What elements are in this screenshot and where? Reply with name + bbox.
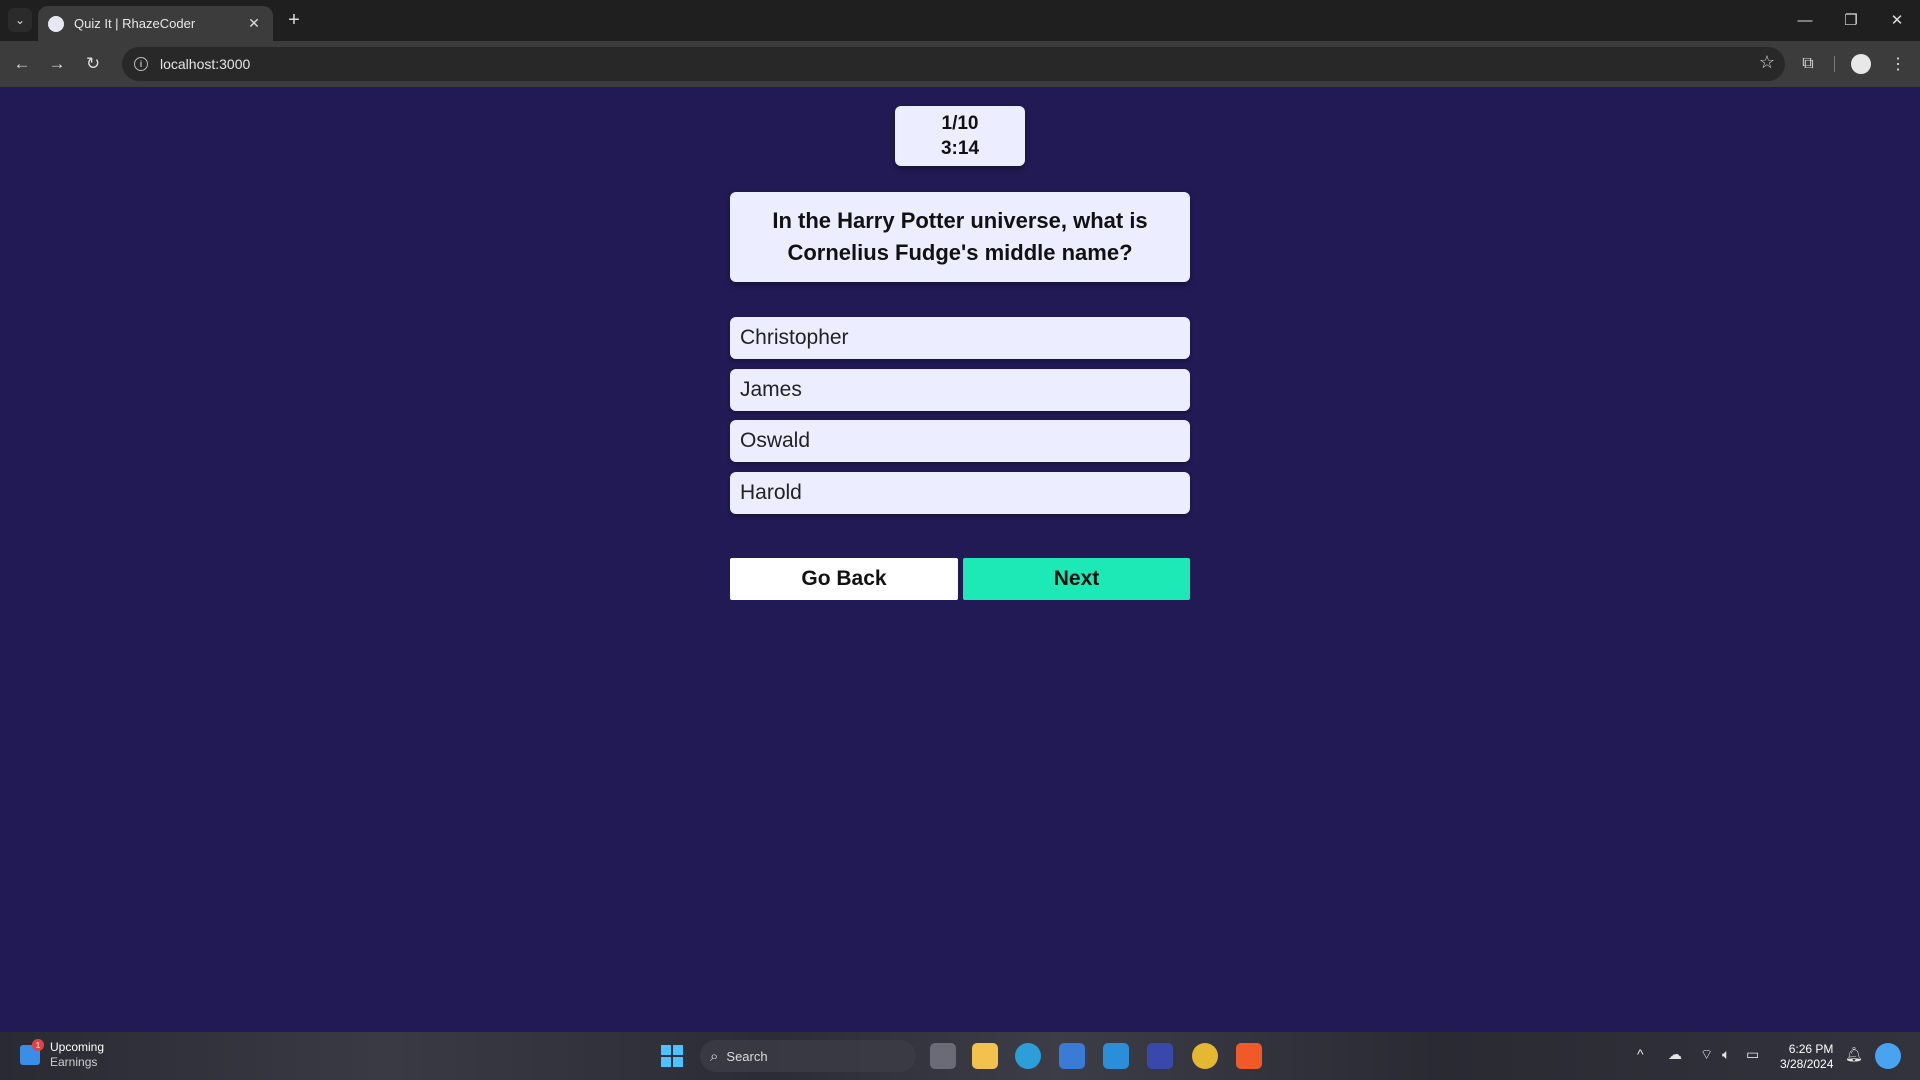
reload-icon[interactable]: ↻ (79, 50, 107, 78)
profile-avatar-icon[interactable] (1847, 50, 1875, 78)
widget-subtitle: Earnings (50, 1055, 98, 1069)
file-explorer-icon[interactable] (972, 1043, 998, 1069)
browser-tab[interactable]: Quiz It | RhazeCoder ✕ (38, 6, 273, 41)
volume-icon[interactable]: 🔈︎ (1722, 1046, 1730, 1063)
forward-arrow-icon[interactable]: → (43, 50, 71, 78)
onedrive-cloud-icon[interactable]: ☁ (1668, 1046, 1682, 1063)
dev-home-icon[interactable] (1147, 1043, 1173, 1069)
microsoft-store-icon[interactable] (1059, 1043, 1085, 1069)
back-arrow-icon[interactable]: ← (8, 50, 36, 78)
brave-browser-icon[interactable] (1236, 1043, 1262, 1069)
quiz-status-card: 1/10 3:14 (895, 106, 1025, 166)
answer-option-2[interactable]: James (730, 369, 1190, 411)
question-text: In the Harry Potter universe, what is Co… (772, 208, 1148, 265)
question-progress: 1/10 (941, 113, 979, 134)
url-text: localhost:3000 (160, 56, 251, 72)
search-icon: ⌕ (710, 1047, 719, 1065)
edge-browser-icon[interactable] (1015, 1043, 1041, 1069)
clock-time: 6:26 PM (1788, 1042, 1834, 1056)
tab-search-dropdown-icon[interactable]: ⌄ (8, 8, 32, 32)
answer-option-4[interactable]: Harold (730, 472, 1190, 514)
tab-title: Quiz It | RhazeCoder (74, 16, 196, 31)
close-window-icon[interactable]: ✕ (1874, 6, 1920, 34)
new-tab-icon[interactable]: + (282, 8, 306, 32)
tab-favicon-icon (48, 15, 64, 32)
vscode-icon[interactable] (1103, 1043, 1129, 1069)
notification-bell-icon[interactable]: 🔔︎ (1845, 1046, 1863, 1063)
answer-option-3[interactable]: Oswald (730, 420, 1190, 462)
windows-start-icon[interactable] (661, 1045, 683, 1067)
clock-date: 3/28/2024 (1780, 1057, 1834, 1071)
bookmark-star-icon[interactable]: ☆ (1759, 52, 1775, 73)
next-button[interactable]: Next (963, 558, 1190, 600)
quiz-page: 1/10 3:14 In the Harry Potter universe, … (0, 87, 1920, 1032)
taskbar: 1 Upcoming Earnings ⌕ Search ^ ☁ ⌔ 🔈︎ ▭ … (0, 1032, 1920, 1080)
widget-badge: 1 (32, 1039, 44, 1051)
taskbar-clock[interactable]: 6:26 PM 3/28/2024 (1780, 1042, 1833, 1072)
weather-widget[interactable]: 1 Upcoming Earnings (20, 1039, 105, 1070)
browser-titlebar: ⌄ Quiz It | RhazeCoder ✕ + — ❐ ✕ (0, 0, 1920, 41)
search-label: Search (726, 1048, 768, 1064)
address-bar[interactable]: i localhost:3000 ☆ (122, 47, 1785, 81)
browser-menu-icon[interactable]: ⋮ (1884, 50, 1912, 78)
copilot-icon[interactable] (1875, 1043, 1901, 1069)
go-back-button[interactable]: Go Back (730, 558, 958, 600)
answer-option-1[interactable]: Christopher (730, 317, 1190, 359)
tab-close-icon[interactable]: ✕ (245, 15, 263, 32)
quiz-timer: 3:14 (940, 138, 980, 159)
stocks-widget-icon: 1 (20, 1039, 44, 1065)
site-info-icon[interactable]: i (134, 57, 148, 71)
tray-overflow-chevron-icon[interactable]: ^ (1637, 1046, 1644, 1062)
task-view-icon[interactable] (930, 1043, 956, 1069)
widget-title: Upcoming (50, 1040, 105, 1054)
minimize-icon[interactable]: — (1782, 6, 1828, 34)
restore-icon[interactable]: ❐ (1828, 6, 1874, 34)
taskbar-search[interactable]: ⌕ Search (700, 1040, 916, 1072)
toolbar-divider (1834, 56, 1835, 72)
wifi-icon[interactable]: ⌔ (1700, 1046, 1713, 1064)
chrome-icon[interactable] (1192, 1043, 1218, 1069)
browser-toolbar: ← → ↻ i localhost:3000 ☆ ⧉ ⋮ (0, 41, 1920, 87)
battery-icon[interactable]: ▭ (1746, 1046, 1759, 1063)
extensions-icon[interactable]: ⧉ (1794, 50, 1822, 78)
question-card: In the Harry Potter universe, what is Co… (730, 192, 1190, 282)
